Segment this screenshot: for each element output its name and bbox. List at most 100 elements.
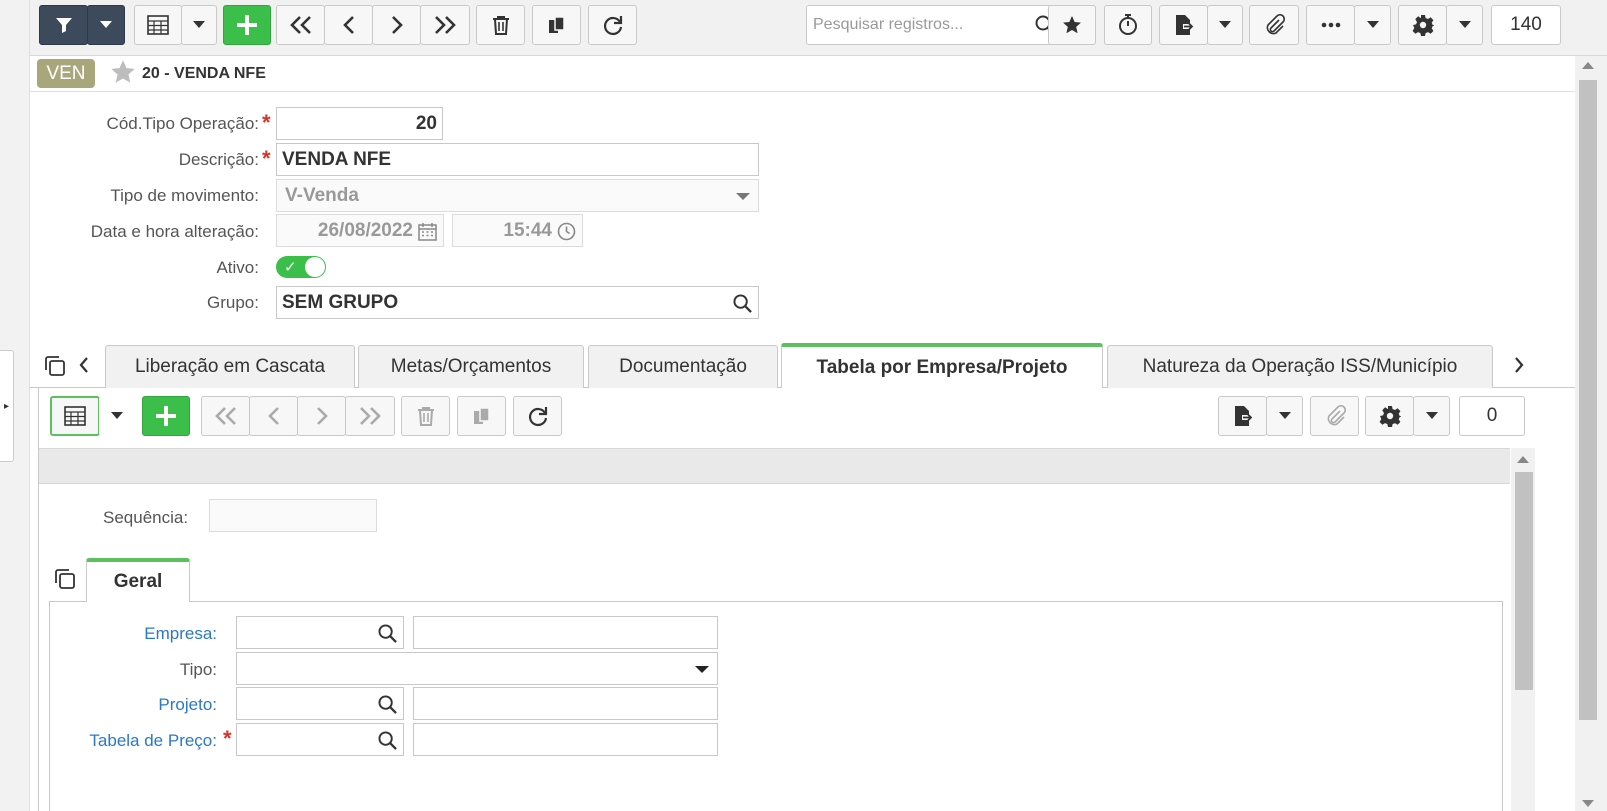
search-icon[interactable] bbox=[378, 695, 397, 714]
grid-header-strip bbox=[39, 448, 1510, 484]
grupo-field[interactable]: SEM GRUPO bbox=[276, 286, 759, 319]
grid-view-button[interactable] bbox=[134, 5, 182, 45]
cod-tipo-operacao-field[interactable]: 20 bbox=[276, 107, 443, 140]
detail-toolbar: 0 bbox=[39, 388, 1539, 448]
scrollbar-thumb[interactable] bbox=[1515, 472, 1533, 690]
file-export-icon bbox=[1175, 15, 1193, 35]
search-icon[interactable] bbox=[378, 731, 397, 750]
detail-previous-button[interactable] bbox=[249, 396, 298, 436]
caret-down-icon bbox=[1366, 21, 1379, 28]
duplicate-button[interactable] bbox=[532, 5, 581, 45]
tab-geral[interactable]: Geral bbox=[86, 558, 190, 602]
last-record-button[interactable] bbox=[420, 5, 470, 45]
grid-view-dropdown-button[interactable] bbox=[181, 5, 217, 45]
tabs-scroll-right-icon[interactable] bbox=[1513, 356, 1525, 374]
search-icon[interactable] bbox=[378, 624, 397, 643]
copy-subtabs-icon[interactable] bbox=[54, 568, 76, 590]
more-actions-dropdown-button[interactable] bbox=[1354, 5, 1391, 45]
trash-icon bbox=[417, 407, 434, 426]
detail-delete-button[interactable] bbox=[401, 396, 450, 436]
filter-button[interactable] bbox=[39, 5, 88, 45]
tab-metas-orcamentos[interactable]: Metas/Orçamentos bbox=[358, 345, 584, 388]
export-button[interactable] bbox=[1159, 5, 1208, 45]
record-header: VEN 20 - VENDA NFE bbox=[30, 56, 1575, 92]
delete-button[interactable] bbox=[476, 5, 525, 45]
detail-attachment-button[interactable] bbox=[1310, 396, 1359, 436]
detail-last-button[interactable] bbox=[345, 396, 395, 436]
copy-tabs-icon[interactable] bbox=[44, 355, 66, 377]
descricao-field[interactable]: VENDA NFE bbox=[276, 143, 759, 176]
tipo-movimento-value: V-Venda bbox=[285, 184, 359, 206]
clock-icon[interactable] bbox=[557, 222, 576, 241]
grupo-value: SEM GRUPO bbox=[282, 291, 399, 313]
refresh-icon bbox=[528, 407, 547, 427]
calendar-icon[interactable] bbox=[418, 222, 437, 241]
expand-left-panel-handle[interactable]: ▸ bbox=[0, 350, 14, 462]
tabs-scroll-left-icon[interactable] bbox=[78, 356, 90, 374]
settings-dropdown-button[interactable] bbox=[1446, 5, 1483, 45]
scroll-up-icon[interactable] bbox=[1582, 62, 1594, 69]
tipo-select[interactable] bbox=[236, 652, 718, 685]
scroll-down-icon[interactable] bbox=[1582, 800, 1594, 807]
tab-liberacao-cascata[interactable]: Liberação em Cascata bbox=[105, 345, 355, 388]
first-record-button[interactable] bbox=[276, 5, 325, 45]
refresh-button[interactable] bbox=[588, 5, 637, 45]
projeto-label[interactable]: Projeto: bbox=[158, 695, 217, 715]
detail-settings-button[interactable] bbox=[1365, 396, 1414, 436]
sequencia-field[interactable] bbox=[209, 499, 377, 532]
check-icon: ✓ bbox=[284, 259, 297, 276]
detail-next-button[interactable] bbox=[297, 396, 346, 436]
detail-refresh-button[interactable] bbox=[513, 396, 562, 436]
page-scrollbar[interactable] bbox=[1575, 56, 1607, 811]
empresa-code-field[interactable] bbox=[236, 616, 404, 649]
tipo-movimento-select[interactable]: V-Venda bbox=[276, 179, 759, 212]
empresa-name-field[interactable] bbox=[413, 616, 718, 649]
detail-export-dropdown-button[interactable] bbox=[1266, 396, 1303, 436]
detail-export-button[interactable] bbox=[1218, 396, 1267, 436]
projeto-name-field[interactable] bbox=[413, 687, 718, 720]
grupo-label: Grupo: bbox=[207, 293, 259, 312]
empresa-label[interactable]: Empresa: bbox=[144, 624, 217, 644]
detail-scrollbar[interactable] bbox=[1511, 448, 1535, 811]
search-icon[interactable] bbox=[733, 294, 752, 313]
detail-first-button[interactable] bbox=[201, 396, 250, 436]
caret-down-icon bbox=[193, 21, 205, 28]
detail-settings-dropdown-button[interactable] bbox=[1413, 396, 1450, 436]
tab-tabela-empresa-projeto[interactable]: Tabela por Empresa/Projeto bbox=[781, 343, 1103, 389]
projeto-code-field[interactable] bbox=[236, 687, 404, 720]
scroll-up-icon[interactable] bbox=[1517, 456, 1529, 463]
ativo-toggle[interactable]: ✓ bbox=[276, 256, 326, 278]
tipo-label: Tipo: bbox=[179, 660, 217, 679]
scrollbar-thumb[interactable] bbox=[1579, 80, 1597, 720]
search-input[interactable] bbox=[813, 14, 1028, 36]
settings-button[interactable] bbox=[1398, 5, 1447, 45]
timer-button[interactable] bbox=[1104, 5, 1152, 45]
detail-grid-dropdown-button[interactable] bbox=[99, 396, 135, 436]
more-actions-button[interactable] bbox=[1306, 5, 1355, 45]
tipo-movimento-label: Tipo de movimento: bbox=[110, 186, 259, 205]
attachment-button[interactable] bbox=[1249, 5, 1299, 45]
favorite-button[interactable] bbox=[1048, 5, 1096, 45]
tab-documentacao[interactable]: Documentação bbox=[588, 345, 778, 388]
ativo-label: Ativo: bbox=[216, 258, 259, 277]
copy-icon bbox=[473, 407, 490, 424]
favorite-star-icon[interactable] bbox=[110, 59, 136, 85]
tabs-bar: Liberação em Cascata Metas/Orçamentos Do… bbox=[30, 342, 1575, 389]
hora-alteracao-field[interactable]: 15:44 bbox=[452, 214, 583, 247]
detail-add-button[interactable] bbox=[142, 396, 190, 436]
tabela-preco-label[interactable]: Tabela de Preço: bbox=[89, 731, 217, 751]
previous-record-button[interactable] bbox=[324, 5, 373, 45]
tab-natureza-operacao-iss[interactable]: Natureza da Operação ISS/Município bbox=[1107, 345, 1493, 388]
detail-duplicate-button[interactable] bbox=[457, 396, 506, 436]
data-alteracao-field[interactable]: 26/08/2022 bbox=[276, 214, 444, 247]
next-record-button[interactable] bbox=[372, 5, 421, 45]
filter-dropdown-button[interactable] bbox=[87, 5, 125, 45]
tabela-preco-code-field[interactable] bbox=[236, 723, 404, 756]
detail-grid-view-button[interactable] bbox=[50, 396, 100, 436]
tabela-preco-name-field[interactable] bbox=[413, 723, 718, 756]
add-record-button[interactable] bbox=[223, 5, 271, 45]
gear-icon bbox=[1379, 406, 1401, 427]
cod-tipo-operacao-label: Cód.Tipo Operação: bbox=[106, 114, 259, 133]
export-dropdown-button[interactable] bbox=[1207, 5, 1243, 45]
caret-down-icon bbox=[1278, 412, 1291, 419]
